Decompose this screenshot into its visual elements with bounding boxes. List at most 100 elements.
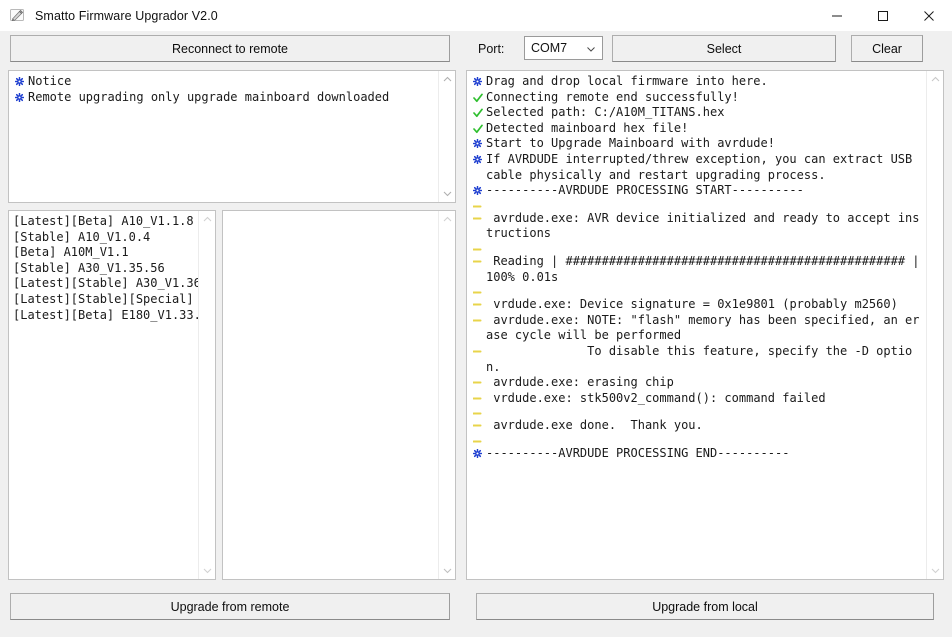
log-line: avrdude.exe: AVR device initialized and … <box>471 211 926 242</box>
log-line-text: ----------AVRDUDE PROCESSING END--------… <box>486 445 790 460</box>
gear-marker-icon <box>471 136 484 149</box>
gear-marker-icon <box>471 74 484 86</box>
log-line-text: Detected mainboard hex file! <box>486 120 689 135</box>
scroll-up-icon[interactable] <box>927 71 943 88</box>
log-line-text: vrdude.exe: Device signature = 0x1e9801 … <box>486 297 898 312</box>
dash-marker-icon <box>471 285 484 297</box>
dash-marker-icon <box>471 344 484 356</box>
check-marker-icon <box>471 90 484 103</box>
scroll-down-icon[interactable] <box>439 185 455 202</box>
log-line <box>471 406 926 418</box>
log-line-text: avrdude.exe: NOTE: "flash" memory has be… <box>486 312 920 343</box>
dash-marker-icon <box>471 434 484 446</box>
check-marker-icon <box>471 105 484 118</box>
log-line <box>471 285 926 297</box>
log-line-text: To disable this feature, specify the -D … <box>486 343 913 374</box>
toolbar: Reconnect to remote Port: COM7 Select Cl… <box>0 31 952 67</box>
log-line: Selected path: C:/A10M_TITANS.hex <box>471 105 926 121</box>
log-line: ----------AVRDUDE PROCESSING START------… <box>471 183 926 199</box>
gear-marker-icon <box>471 446 484 458</box>
window-controls <box>814 0 952 31</box>
log-line-text: Drag and drop local firmware into here. <box>486 74 768 88</box>
log-line-text: ----------AVRDUDE PROCESSING START------… <box>486 183 804 198</box>
upgrade-from-local-button[interactable]: Upgrade from local <box>476 593 934 620</box>
firmware-detail-list[interactable] <box>223 211 438 579</box>
scroll-down-icon[interactable] <box>927 562 943 579</box>
firmware-list[interactable]: [Latest][Beta] A10_V1.1.8 [Stable] A10_V1… <box>9 211 198 579</box>
minimize-icon[interactable] <box>814 0 860 31</box>
dash-marker-icon <box>471 211 484 223</box>
check-marker-icon <box>471 121 484 134</box>
log-line: avrdude.exe: NOTE: "flash" memory has be… <box>471 313 926 344</box>
firmware-list-item[interactable]: [Stable] A30_V1.35.56 <box>13 261 198 277</box>
reconnect-to-remote-button[interactable]: Reconnect to remote <box>10 35 450 62</box>
scroll-up-icon[interactable] <box>199 211 215 228</box>
pencil-icon <box>9 7 26 24</box>
gear-marker-icon <box>13 74 26 86</box>
firmware-list-item[interactable]: [Stable] A10_V1.0.4 <box>13 230 198 246</box>
scroll-up-icon[interactable] <box>439 211 455 228</box>
log-line-text: Selected path: C:/A10M_TITANS.hex <box>486 105 725 120</box>
dash-marker-icon <box>471 199 484 211</box>
notice-scrollbar[interactable] <box>438 71 455 202</box>
firmware-list-item[interactable]: [Latest][Beta] E180_V1.33.42 <box>13 308 198 324</box>
log-panel[interactable]: Drag and drop local firmware into here. C… <box>466 70 944 580</box>
select-button[interactable]: Select <box>612 35 836 62</box>
log-line: Drag and drop local firmware into here. <box>471 74 926 90</box>
dash-marker-icon <box>471 391 484 403</box>
notice-lines: Notice Remote upgrading only upgrade main… <box>9 71 438 202</box>
log-line-text: Remote upgrading only upgrade mainboard … <box>28 89 390 104</box>
firmware-list-item[interactable]: [Beta] A10M_V1.1 <box>13 245 198 261</box>
log-line: ----------AVRDUDE PROCESSING END--------… <box>471 446 926 462</box>
firmware-list-item[interactable]: [Latest][Stable] A30_V1.36.57 <box>13 276 198 292</box>
dash-marker-icon <box>471 242 484 254</box>
port-select-value: COM7 <box>531 41 568 55</box>
firmware-detail-panel[interactable] <box>222 210 456 580</box>
log-line-text: Connecting remote end successfully! <box>486 89 739 104</box>
window-title: Smatto Firmware Upgrador V2.0 <box>35 8 218 23</box>
scroll-up-icon[interactable] <box>439 71 455 88</box>
log-line: avrdude.exe: erasing chip <box>471 375 926 391</box>
log-line: Notice <box>13 74 438 90</box>
maximize-icon[interactable] <box>860 0 906 31</box>
gear-marker-icon <box>13 90 26 102</box>
log-line-text: Notice <box>28 74 72 88</box>
firmware-list-item[interactable]: [Latest][Stable][Special] A30 <box>13 292 198 308</box>
close-icon[interactable] <box>906 0 952 31</box>
log-line: To disable this feature, specify the -D … <box>471 344 926 375</box>
dash-marker-icon <box>471 297 484 309</box>
log-line-text: If AVRDUDE interrupted/threw exception, … <box>486 151 920 182</box>
firmware-list-panel[interactable]: [Latest][Beta] A10_V1.1.8 [Stable] A10_V1… <box>8 210 216 580</box>
dash-marker-icon <box>471 406 484 418</box>
detail-scrollbar[interactable] <box>438 211 455 579</box>
port-label: Port: <box>478 42 505 56</box>
log-scrollbar[interactable] <box>926 71 943 579</box>
log-line <box>471 199 926 211</box>
dash-marker-icon <box>471 375 484 387</box>
upgrade-from-remote-button[interactable]: Upgrade from remote <box>10 593 450 620</box>
dash-marker-icon <box>471 418 484 430</box>
firmware-list-item[interactable]: [Latest][Beta] A10_V1.1.8 <box>13 214 198 230</box>
app-window: Smatto Firmware Upgrador V2.0 Reconnect … <box>0 0 952 637</box>
dash-marker-icon <box>471 313 484 325</box>
log-line: Start to Upgrade Mainboard with avrdude! <box>471 136 926 152</box>
log-line: avrdude.exe done. Thank you. <box>471 418 926 434</box>
gear-marker-icon <box>471 152 484 164</box>
scroll-down-icon[interactable] <box>199 562 215 579</box>
log-line-text: avrdude.exe: erasing chip <box>486 375 674 390</box>
notice-panel[interactable]: Notice Remote upgrading only upgrade main… <box>8 70 456 203</box>
log-line: Reading | ##############################… <box>471 254 926 285</box>
port-select[interactable]: COM7 <box>524 36 603 60</box>
firmware-scrollbar[interactable] <box>198 211 215 579</box>
log-line: Detected mainboard hex file! <box>471 121 926 137</box>
dash-marker-icon <box>471 254 484 266</box>
log-line-text: Start to Upgrade Mainboard with avrdude! <box>486 136 775 151</box>
clear-button[interactable]: Clear <box>851 35 923 62</box>
title-bar: Smatto Firmware Upgrador V2.0 <box>0 0 952 31</box>
log-line-text: vrdude.exe: stk500v2_command(): command … <box>486 390 826 405</box>
log-lines: Drag and drop local firmware into here. C… <box>467 71 926 579</box>
log-line-text: avrdude.exe: AVR device initialized and … <box>486 210 920 241</box>
scroll-down-icon[interactable] <box>439 562 455 579</box>
log-line: Connecting remote end successfully! <box>471 90 926 106</box>
log-line: Remote upgrading only upgrade mainboard … <box>13 90 438 106</box>
